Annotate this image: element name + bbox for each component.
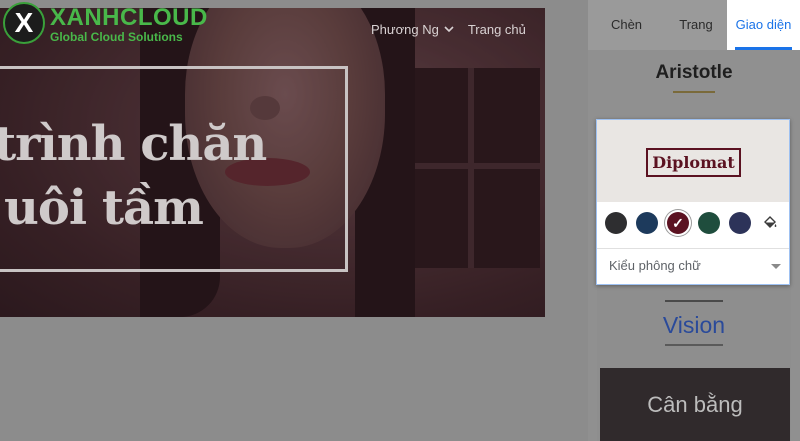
nav-item-home[interactable]: Trang chủ bbox=[468, 22, 526, 37]
theme-rule bbox=[665, 300, 723, 302]
nav-item-user[interactable]: Phương Ng bbox=[371, 22, 454, 37]
color-swatch[interactable] bbox=[636, 212, 658, 234]
tab-themes-label: Giao diện bbox=[735, 17, 792, 32]
font-style-label: Kiểu phông chữ bbox=[609, 258, 701, 273]
font-style-dropdown[interactable]: Kiểu phông chữ bbox=[609, 254, 781, 278]
chevron-down-icon bbox=[444, 26, 454, 33]
color-swatch-selected[interactable]: ✓ bbox=[667, 212, 689, 234]
panel-tabs: Chèn Trang Giao diện bbox=[588, 0, 800, 50]
theme-card-diplomat[interactable]: Diplomat ✓ Kiểu phông chữ bbox=[596, 119, 790, 285]
tab-insert[interactable]: Chèn bbox=[588, 0, 665, 50]
card-divider bbox=[597, 248, 789, 249]
theme-name-vision: Vision bbox=[662, 312, 726, 338]
theme-rule bbox=[665, 344, 723, 346]
theme-name-aristotle: Aristotle bbox=[655, 62, 733, 83]
hero-title-line-1[interactable]: trình chăn bbox=[0, 116, 267, 172]
theme-card-vision[interactable]: Vision bbox=[597, 296, 791, 366]
logo-x-icon: X bbox=[3, 2, 45, 44]
hero-banner[interactable]: trình chăn uôi tầm bbox=[0, 8, 545, 317]
color-swatch[interactable] bbox=[729, 212, 751, 234]
theme-name-balance: Cân bằng bbox=[647, 392, 743, 417]
theme-card-aristotle[interactable]: Aristotle bbox=[597, 50, 791, 118]
nav-user-label: Phương Ng bbox=[371, 22, 439, 37]
logo-tagline: Global Cloud Solutions bbox=[50, 30, 183, 44]
check-icon: ✓ bbox=[672, 214, 684, 231]
tab-pages[interactable]: Trang bbox=[665, 0, 727, 50]
tab-themes[interactable]: Giao diện bbox=[727, 0, 800, 50]
brand-logo: X XANHCLOUD Global Cloud Solutions bbox=[0, 0, 208, 50]
site-preview-canvas: trình chăn uôi tầm X XANHCLOUD Global Cl… bbox=[0, 0, 588, 441]
logo-name: XANHCLOUD bbox=[50, 4, 208, 31]
theme-card-balance[interactable]: Cân bằng bbox=[600, 368, 790, 441]
theme-rule bbox=[673, 91, 715, 93]
theme-name-diplomat: Diplomat bbox=[646, 148, 741, 177]
color-swatch[interactable] bbox=[605, 212, 627, 234]
paint-bucket-icon[interactable] bbox=[759, 212, 781, 234]
theme-preview-diplomat[interactable]: Diplomat bbox=[597, 120, 789, 202]
dropdown-arrow-icon bbox=[771, 264, 781, 269]
color-swatch[interactable] bbox=[698, 212, 720, 234]
color-swatches: ✓ bbox=[605, 211, 751, 235]
site-navigation: Phương Ng Trang chủ bbox=[371, 22, 526, 37]
hero-title-line-2[interactable]: uôi tầm bbox=[4, 180, 204, 236]
